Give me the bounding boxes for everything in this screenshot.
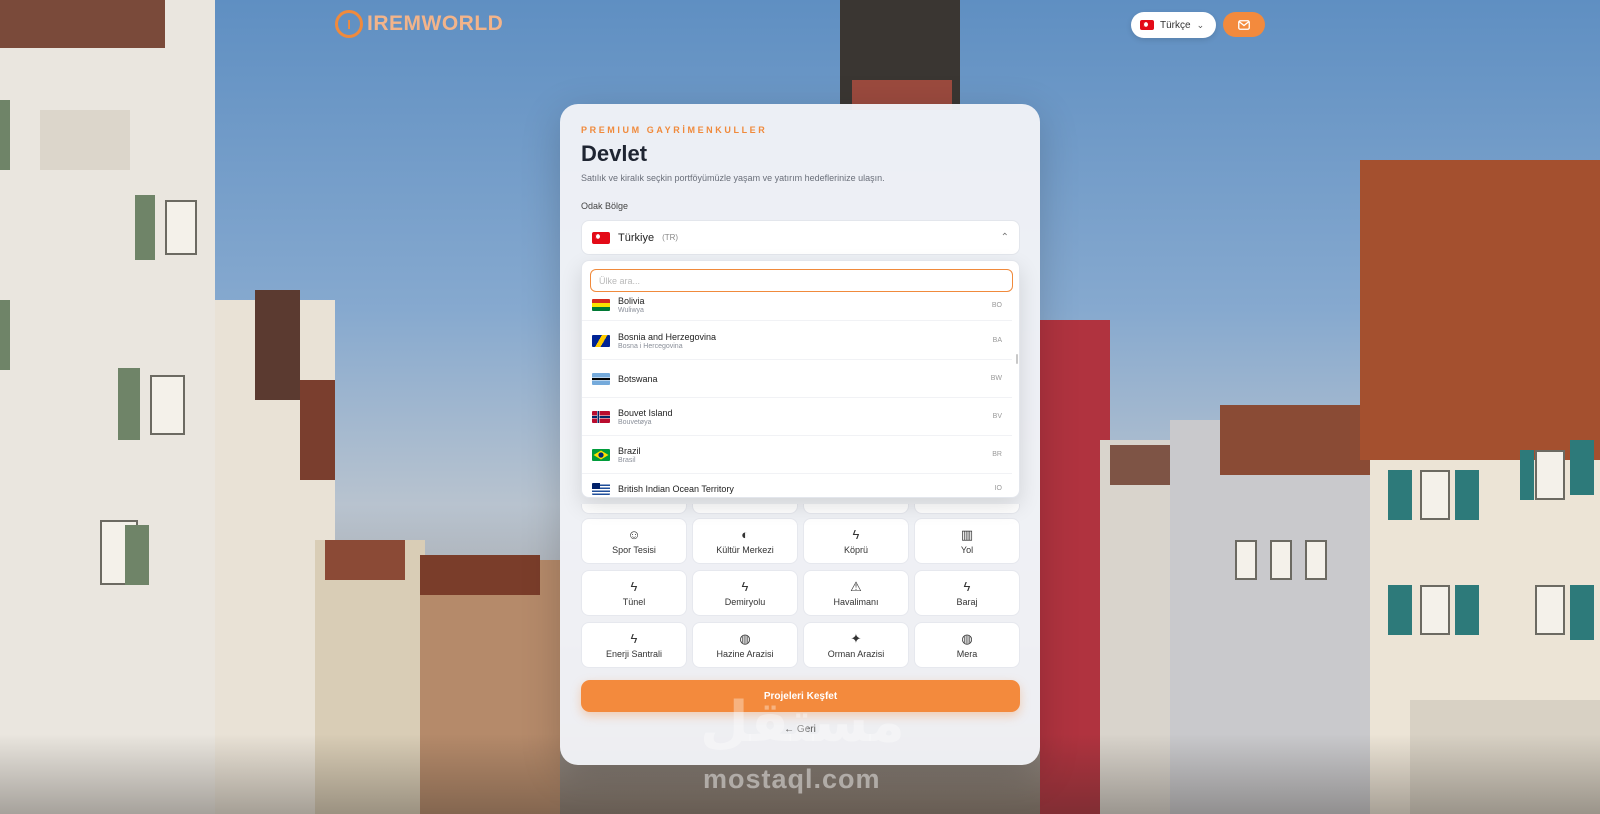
category-tunel[interactable]: ϟ Tünel <box>581 570 687 616</box>
globe-icon: ◍ <box>739 630 751 646</box>
botswana-flag-icon <box>592 372 610 385</box>
palette-icon: ◐ <box>741 526 749 542</box>
brand-logo[interactable]: I IREMWORLD <box>335 10 503 38</box>
category-label: Kültür Merkezi <box>716 544 774 555</box>
bosnia-flag-icon <box>592 334 610 347</box>
country-local-name: Brasil <box>618 456 636 464</box>
brazil-flag-icon <box>592 448 610 461</box>
search-card: PREMIUM GAYRİMENKULLER Devlet Satılık ve… <box>560 104 1040 765</box>
category-orman-arazisi[interactable]: ✦ Orman Arazisi <box>803 622 909 668</box>
category-baraj[interactable]: ϟ Baraj <box>914 570 1020 616</box>
category-yol[interactable]: ▥ Yol <box>914 518 1020 564</box>
category-enerji-santrali[interactable]: ϟ Enerji Santrali <box>581 622 687 668</box>
category-tile-hidden[interactable] <box>692 504 798 514</box>
category-havalimani[interactable]: ⚠ Havalimanı <box>803 570 909 616</box>
list-item[interactable]: Bouvet Island Bouvetøya BV <box>582 398 1012 436</box>
region-select[interactable]: Türkiye (TR) ⌃ <box>581 220 1020 255</box>
biot-flag-icon <box>592 482 610 495</box>
country-name: Bolivia <box>618 296 645 306</box>
category-label: Havalimanı <box>833 596 879 607</box>
category-label: Hazine Arazisi <box>716 648 774 659</box>
country-name: Bouvet Island <box>618 407 673 418</box>
country-code: BV <box>992 413 1002 420</box>
category-hazine-arazisi[interactable]: ◍ Hazine Arazisi <box>692 622 798 668</box>
page-title: Devlet <box>581 141 648 166</box>
list-item[interactable]: Botswana BW <box>582 360 1012 398</box>
logo-text: IREMWORLD <box>367 12 504 35</box>
category-mera[interactable]: ◍ Mera <box>914 622 1020 668</box>
sparkle-icon: ✦ <box>850 630 862 646</box>
country-dropdown: Bolivia Wuliwya BO Bosnia and Herzegovin… <box>581 260 1020 498</box>
category-demiryolu[interactable]: ϟ Demiryolu <box>692 570 798 616</box>
language-label: Türkçe <box>1160 19 1191 31</box>
category-label: Baraj <box>956 596 978 607</box>
warning-icon: ⚠ <box>850 578 862 594</box>
watermark-latin: mostaql.com <box>703 764 881 794</box>
country-code: BR <box>992 451 1002 458</box>
bolt-icon: ϟ <box>630 578 638 594</box>
country-code: BO <box>991 301 1002 309</box>
category-tile-hidden[interactable] <box>581 504 687 514</box>
globe-icon: ◍ <box>961 630 973 646</box>
category-label: Enerji Santrali <box>605 648 663 659</box>
country-code: IO <box>994 485 1002 492</box>
category-label: Orman Arazisi <box>827 648 885 659</box>
chevron-down-icon: ⌄ <box>1196 19 1205 30</box>
country-name: Brazil <box>618 445 641 456</box>
bolt-icon: ϟ <box>852 526 860 542</box>
turkey-flag-icon <box>592 231 610 244</box>
country-name: Bosnia and Herzegovina <box>618 331 717 342</box>
country-code: BA <box>992 337 1002 344</box>
language-selector[interactable]: Türkçe ⌄ <box>1131 12 1216 38</box>
country-list[interactable]: Bolivia Wuliwya BO Bosnia and Herzegovin… <box>582 296 1019 497</box>
country-local-name: Bosna i Hercegovina <box>618 342 683 350</box>
category-label: Spor Tesisi <box>612 544 656 555</box>
page-subtitle: Satılık ve kiralık seçkin portföyümüzle … <box>581 173 885 183</box>
category-label: Yol <box>960 544 974 555</box>
country-search-input[interactable] <box>590 269 1013 292</box>
selected-country-code: (TR) <box>662 233 679 242</box>
category-tile-hidden[interactable] <box>914 504 1020 514</box>
map-icon: ▥ <box>960 526 974 542</box>
category-label: Köprü <box>843 544 869 555</box>
list-item[interactable]: Bolivia Wuliwya BO <box>582 296 1012 321</box>
country-code: BW <box>990 375 1002 382</box>
logo-mark-icon: I <box>335 10 363 38</box>
chevron-up-icon: ⌃ <box>1000 232 1009 243</box>
country-name: Botswana <box>618 373 658 384</box>
bolt-icon: ϟ <box>741 578 749 594</box>
category-tile-hidden[interactable] <box>803 504 909 514</box>
country-name: British Indian Ocean Territory <box>618 483 734 494</box>
country-local-name: Wuliwya <box>618 307 644 314</box>
category-label: Tünel <box>622 596 646 607</box>
list-scrollbar[interactable] <box>1016 354 1018 364</box>
bolivia-flag-icon <box>592 299 610 311</box>
category-spor-tesisi[interactable]: ☺ Spor Tesisi <box>581 518 687 564</box>
region-field-label: Odak Bölge <box>581 201 629 211</box>
list-item[interactable]: Bosnia and Herzegovina Bosna i Hercegovi… <box>582 322 1012 360</box>
category-kopru[interactable]: ϟ Köprü <box>803 518 909 564</box>
norway-flag-icon <box>592 410 610 423</box>
list-item[interactable]: Brazil Brasil BR <box>582 436 1012 474</box>
list-item[interactable]: British Indian Ocean Territory IO <box>582 474 1012 497</box>
category-label: Demiryolu <box>724 596 766 607</box>
turkey-flag-icon <box>1140 20 1154 30</box>
watermark-arabic: مستقل <box>700 690 905 755</box>
smile-icon: ☺ <box>627 526 641 542</box>
contact-button[interactable] <box>1223 12 1265 37</box>
bolt-icon: ϟ <box>630 630 638 646</box>
category-kultur-merkezi[interactable]: ◐ Kültür Merkezi <box>692 518 798 564</box>
selected-country-name: Türkiye <box>618 231 655 244</box>
mail-icon <box>1238 19 1250 30</box>
category-label: Mera <box>956 648 978 659</box>
eyebrow-label: PREMIUM GAYRİMENKULLER <box>581 125 768 135</box>
bolt-icon: ϟ <box>963 578 971 594</box>
country-local-name: Bouvetøya <box>618 418 652 426</box>
